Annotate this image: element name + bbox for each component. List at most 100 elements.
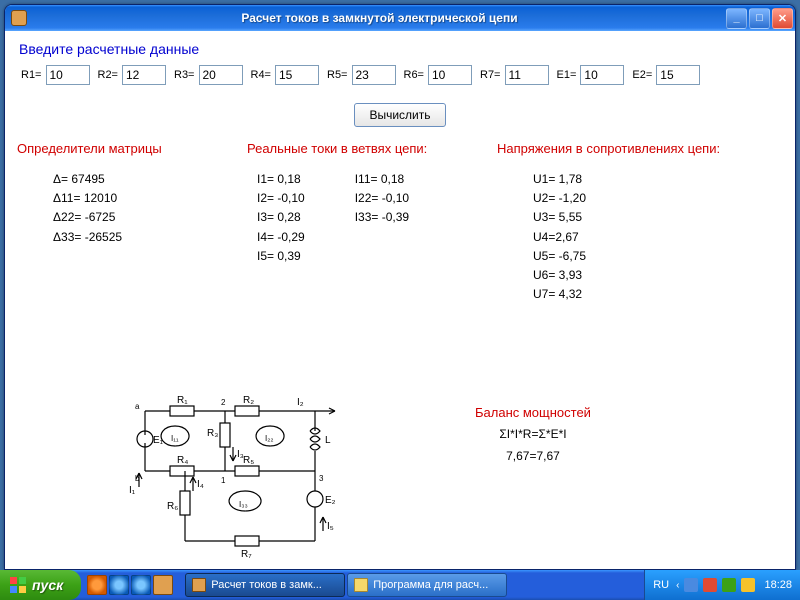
u7: U7= 4,32 [533,285,720,304]
diag-n2: 2 [221,398,226,407]
e1-label: E1= [557,69,577,81]
windows-logo-icon [10,577,26,593]
r4-label: R4= [251,69,272,81]
start-button[interactable]: пуск [0,570,81,600]
task-app-icon [192,578,206,592]
determinants-values: Δ= 67495 Δ11= 12010 Δ22= -6725 Δ33= -265… [53,170,227,247]
diag-L: L [325,435,331,446]
firefox-icon[interactable] [87,575,107,595]
minimize-button[interactable]: _ [726,8,747,29]
r3-label: R3= [174,69,195,81]
i2: I2= -0,10 [257,189,305,208]
determinants-heading: Определители матрицы [17,141,227,156]
voltages-values: U1= 1,78 U2= -1,20 U3= 5,55 U4=2,67 U5= … [533,170,720,304]
diag-i3: I₃ [237,449,244,460]
r2-label: R2= [98,69,119,81]
calc-row: Вычислить [17,103,783,127]
calculate-button[interactable]: Вычислить [354,103,445,127]
diag-e1: E₁ [153,435,164,446]
diag-r2: R₂ [243,395,254,406]
tray-chevron-icon[interactable]: ‹ [676,580,679,591]
power-formula: ΣI*I*R=Σ*E*I [475,424,591,446]
ie-icon[interactable] [109,575,129,595]
i4: I4= -0,29 [257,228,305,247]
e1-input[interactable] [580,65,624,85]
system-tray: RU ‹ 18:28 [644,570,800,600]
r1-label: R1= [21,69,42,81]
diag-r7: R₇ [241,549,252,560]
ie-icon-2[interactable] [131,575,151,595]
r7-input[interactable] [505,65,549,85]
det-d33: Δ33= -26525 [53,228,227,247]
diag-n1: 1 [221,476,226,485]
language-indicator[interactable]: RU [653,579,669,591]
r5-input[interactable] [352,65,396,85]
diag-i5: I₅ [327,521,334,532]
app-window: Расчет токов в замкнутой электрической ц… [4,4,796,570]
clock[interactable]: 18:28 [764,579,792,591]
task-folder-label: Программа для расч... [373,579,488,591]
u2: U2= -1,20 [533,189,720,208]
u3: U3= 5,55 [533,208,720,227]
task-button-folder[interactable]: Программа для расч... [347,573,507,597]
inputs-row: R1= R2= R3= R4= R5= R6= R7= E1= E2= [17,65,783,85]
diag-n3: 3 [319,474,324,483]
input-prompt: Введите расчетные данные [19,41,783,57]
r7-label: R7= [480,69,501,81]
det-d11: Δ11= 12010 [53,189,227,208]
r4-input[interactable] [275,65,319,85]
results-area: Определители матрицы Δ= 67495 Δ11= 12010… [17,141,783,304]
task-buttons: Расчет токов в замк... Программа для рас… [185,573,507,597]
i22: I22= -0,10 [355,189,409,208]
diag-i1: I₁ [129,485,136,496]
taskbar: пуск Расчет токов в замк... Программа дл… [0,570,800,600]
currents-col-a: I1= 0,18 I2= -0,10 I3= 0,28 I4= -0,29 I5… [257,170,305,266]
tray-icon-3[interactable] [722,578,736,592]
r6-label: R6= [404,69,425,81]
r3-input[interactable] [199,65,243,85]
window-title: Расчет токов в замкнутой электрической ц… [33,11,726,25]
titlebar: Расчет токов в замкнутой электрической ц… [5,5,795,31]
e2-label: E2= [632,69,652,81]
diag-i22: I₂₂ [265,434,273,443]
i1: I1= 0,18 [257,170,305,189]
diag-a: a [135,402,140,411]
tray-icon-1[interactable] [684,578,698,592]
diag-r1: R₁ [177,395,188,406]
r1-input[interactable] [46,65,90,85]
currents-col-b: I11= 0,18 I22= -0,10 I33= -0,39 [355,170,409,266]
folder-icon [354,578,368,592]
diag-r6: R₆ [167,501,178,512]
diag-i4: I₄ [197,479,204,490]
client-area: Введите расчетные данные R1= R2= R3= R4=… [5,31,795,569]
u6: U6= 3,93 [533,266,720,285]
r2-input[interactable] [122,65,166,85]
window-buttons: _ □ ✕ [726,8,793,29]
det-d22: Δ22= -6725 [53,208,227,227]
u5: U5= -6,75 [533,247,720,266]
maximize-button[interactable]: □ [749,8,770,29]
r6-input[interactable] [428,65,472,85]
u1: U1= 1,78 [533,170,720,189]
power-heading: Баланс мощностей [475,401,591,424]
close-button[interactable]: ✕ [772,8,793,29]
e2-input[interactable] [656,65,700,85]
power-balance: Баланс мощностей ΣI*I*R=Σ*E*I 7,67=7,67 [475,401,591,468]
u4: U4=2,67 [533,228,720,247]
start-label: пуск [32,577,63,593]
tray-icon-2[interactable] [703,578,717,592]
diag-r5: R₅ [243,455,254,466]
diag-i11: I₁₁ [171,434,179,443]
tray-icon-4[interactable] [741,578,755,592]
app-shortcut-icon[interactable] [153,575,173,595]
currents-heading: Реальные токи в ветвях цепи: [247,141,477,156]
diag-e2: E₂ [325,495,336,506]
i5: I5= 0,39 [257,247,305,266]
task-button-app[interactable]: Расчет токов в замк... [185,573,345,597]
diag-r3: R₃ [207,428,218,439]
i33: I33= -0,39 [355,208,409,227]
quick-launch [87,575,173,595]
app-icon [11,10,27,26]
diag-r4: R₄ [177,455,188,466]
det-d: Δ= 67495 [53,170,227,189]
